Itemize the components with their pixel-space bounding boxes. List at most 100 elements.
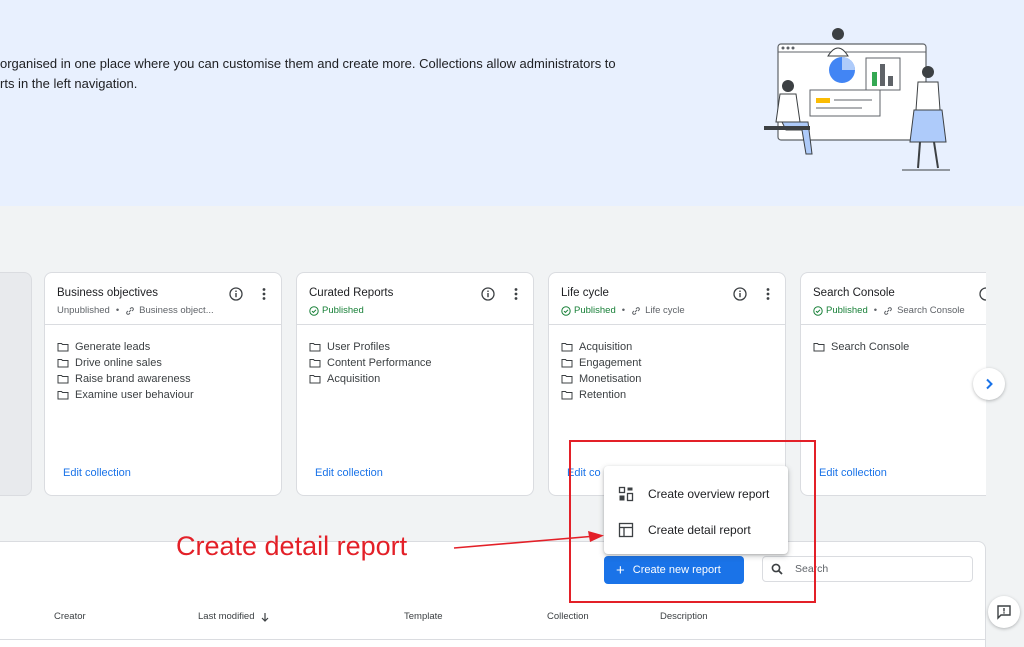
check-circle-icon [561, 305, 571, 316]
list-item-label: User Profiles [327, 341, 390, 353]
list-item-label: Generate leads [75, 341, 151, 353]
more-vert-icon[interactable] [513, 287, 519, 301]
status-badge: Published [561, 305, 616, 316]
status-label: Published [322, 305, 364, 316]
status-label: Published [826, 305, 868, 316]
folder-icon [57, 359, 69, 368]
edit-collection-link[interactable]: Edit collection [63, 467, 131, 479]
edit-collection-link[interactable]: Edit collection [819, 467, 887, 479]
card-meta: Published • Search Console [813, 305, 974, 316]
chevron-right-icon [986, 378, 993, 390]
folder-icon [561, 359, 573, 368]
column-header-creator[interactable]: Creator [54, 611, 86, 622]
list-item[interactable]: User Profiles [309, 339, 521, 355]
link-icon [884, 306, 892, 315]
folder-icon [57, 375, 69, 384]
list-item-label: Retention [579, 389, 627, 401]
folder-icon [309, 343, 321, 352]
meta-separator: • [621, 305, 626, 316]
folder-icon [561, 343, 573, 352]
folder-icon [813, 343, 825, 352]
card-header: Business objectives Unpublished • Busine… [45, 273, 281, 325]
list-item-label: Drive online sales [75, 357, 162, 369]
linked-navigation-label: Business object... [139, 305, 214, 316]
card-title: Search Console [813, 287, 895, 299]
linked-navigation: Life cycle [631, 305, 685, 316]
search-input[interactable] [795, 563, 965, 575]
report-list: Generate leads Drive online sales Raise … [45, 325, 281, 403]
list-item[interactable]: Drive online sales [57, 355, 269, 371]
list-item[interactable]: Monetisation [561, 371, 773, 387]
column-header-label: Last modified [198, 611, 255, 622]
folder-icon [57, 391, 69, 400]
check-circle-icon [309, 305, 319, 316]
list-item[interactable]: Raise brand awareness [57, 371, 269, 387]
column-header-last-modified[interactable]: Last modified [198, 611, 269, 622]
collection-card-partial [0, 272, 32, 496]
edit-collection-link[interactable]: Edit collection [315, 467, 383, 479]
hero-banner: organised in one place where you can cus… [0, 0, 1024, 206]
report-list: Search Console [801, 325, 986, 355]
feedback-icon [997, 605, 1011, 620]
meta-separator: • [873, 305, 878, 316]
folder-icon [309, 359, 321, 368]
annotation-highlight-box [569, 440, 816, 603]
list-item[interactable]: Content Performance [309, 355, 521, 371]
status-badge: Published [813, 305, 868, 316]
list-item[interactable]: Retention [561, 387, 773, 403]
carousel-next-button[interactable] [973, 368, 1005, 400]
status-badge: Published [309, 305, 364, 316]
list-item-label: Content Performance [327, 357, 432, 369]
list-item-label: Examine user behaviour [75, 389, 194, 401]
collection-card-curated-reports: Curated Reports Published User Profiles … [296, 272, 534, 496]
list-item[interactable]: Acquisition [309, 371, 521, 387]
folder-icon [57, 343, 69, 352]
column-header-collection[interactable]: Collection [547, 611, 589, 622]
info-icon[interactable] [733, 287, 747, 301]
card-meta: Unpublished • Business object... [57, 305, 269, 316]
table-header-row [0, 616, 986, 640]
people-illustration [764, 28, 950, 171]
feedback-button[interactable] [988, 596, 1020, 628]
hero-line-2: rts in the left navigation. [0, 76, 138, 91]
list-item[interactable]: Examine user behaviour [57, 387, 269, 403]
more-vert-icon[interactable] [261, 287, 267, 301]
check-circle-icon [813, 305, 823, 316]
list-item-label: Search Console [831, 341, 910, 353]
linked-navigation-label: Search Console [897, 305, 965, 316]
annotation-arrow [453, 531, 604, 549]
info-icon[interactable] [979, 287, 986, 301]
column-header-template[interactable]: Template [404, 611, 443, 622]
info-icon[interactable] [229, 287, 243, 301]
list-item-label: Raise brand awareness [75, 373, 191, 385]
list-item[interactable]: Acquisition [561, 339, 773, 355]
linked-navigation: Search Console [883, 305, 965, 316]
report-list: User Profiles Content Performance Acquis… [297, 325, 533, 387]
info-icon[interactable] [481, 287, 495, 301]
link-icon [632, 306, 640, 315]
hero-line-1: organised in one place where you can cus… [0, 56, 616, 71]
arrow-down-icon [261, 612, 268, 622]
list-item[interactable]: Generate leads [57, 339, 269, 355]
linked-navigation-label: Life cycle [645, 305, 685, 316]
list-item-label: Engagement [579, 357, 642, 369]
list-item-label: Acquisition [327, 373, 381, 385]
list-item[interactable]: Engagement [561, 355, 773, 371]
card-meta: Published [309, 305, 521, 316]
hero-description: organised in one place where you can cus… [0, 54, 700, 94]
column-header-description[interactable]: Description [660, 611, 708, 622]
more-vert-icon[interactable] [765, 287, 771, 301]
annotation-label: Create detail report [176, 531, 408, 561]
status-label: Published [574, 305, 616, 316]
list-item-label: Acquisition [579, 341, 633, 353]
status-badge: Unpublished [57, 305, 110, 316]
list-item-label: Monetisation [579, 373, 642, 385]
card-header: Curated Reports Published [297, 273, 533, 325]
list-item[interactable]: Search Console [813, 339, 974, 355]
card-header: Life cycle Published • Life cycle [549, 273, 785, 325]
meta-separator: • [115, 305, 120, 316]
collection-card-search-console: Search Console Published • Search Consol… [800, 272, 986, 496]
linked-navigation: Business object... [125, 305, 214, 316]
folder-icon [309, 375, 321, 384]
report-list: Acquisition Engagement Monetisation Rete… [549, 325, 785, 403]
